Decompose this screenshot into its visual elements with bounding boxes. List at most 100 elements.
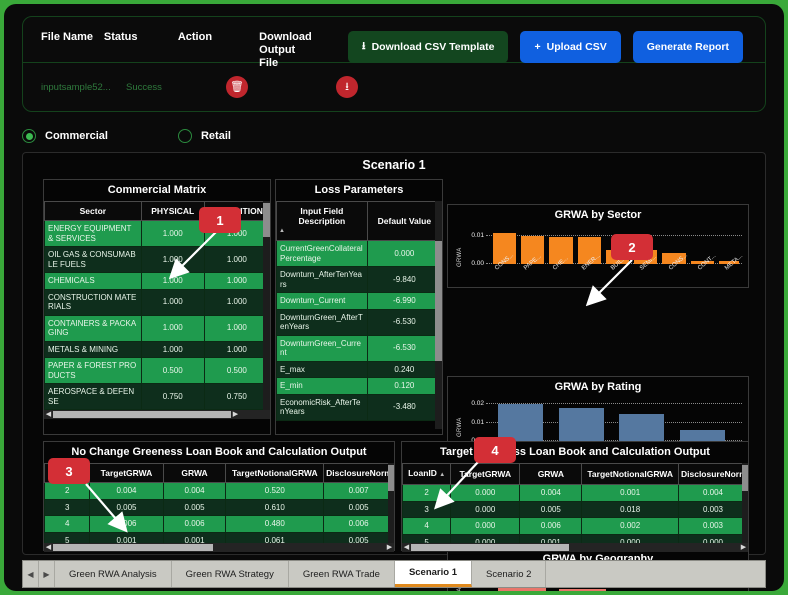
scroll-thumb[interactable]	[388, 465, 394, 491]
table-row[interactable]: Downturn_AfterTenYears -9.840	[276, 266, 442, 293]
table-row[interactable]: METALS & MINING 1.000 1.000	[44, 340, 270, 358]
download-csv-template-label: Download CSV Template	[371, 41, 495, 53]
generate-report-button[interactable]: Generate Report	[632, 31, 743, 63]
bar-1[interactable]	[558, 408, 604, 441]
table-row[interactable]: E_min 0.120	[276, 377, 442, 395]
cell-default-value: -6.530	[366, 334, 442, 362]
table-row[interactable]: 3 0.000 0.005 0.018 0.003	[402, 500, 748, 518]
download-output-button[interactable]: ⭳	[336, 76, 358, 98]
scroll-thumb[interactable]	[53, 411, 231, 418]
tab-prev-button[interactable]: ◀	[23, 561, 39, 587]
table-row[interactable]: CONTAINERS & PACKAGING 1.000 1.000	[44, 314, 270, 342]
radio-commercial-indicator[interactable]	[22, 129, 36, 143]
cell-default-value: 0.240	[366, 360, 442, 378]
scroll-thumb[interactable]	[263, 203, 270, 237]
chevron-left-icon[interactable]: ◀	[44, 410, 53, 419]
table-row[interactable]: DownturnGreen_Current -6.530	[276, 334, 442, 362]
cell-grwa: 0.005	[162, 498, 227, 516]
radio-option-retail[interactable]: Retail	[177, 129, 231, 143]
column-header-download-output-file: Download Output File	[259, 31, 312, 69]
cell-loanid: 3	[402, 500, 452, 518]
table-row[interactable]: E_max 0.240	[276, 360, 442, 378]
chevron-right-icon[interactable]: ▶	[739, 543, 748, 552]
upload-csv-label: Upload CSV	[546, 41, 607, 53]
chevron-left-icon[interactable]: ◀	[44, 543, 53, 552]
table-row[interactable]: 2 0.000 0.004 0.001 0.004	[402, 484, 748, 502]
table-row[interactable]: PAPER & FOREST PRODUCTS 0.500 0.500	[44, 357, 270, 384]
tg-col-disclosurenorm[interactable]: DisclosureNorm	[677, 463, 748, 485]
tab-scenario-1[interactable]: Scenario 1	[394, 561, 472, 587]
bar-0[interactable]	[498, 403, 544, 441]
no-change-hscrollbar[interactable]: ◀ ▶	[44, 543, 394, 552]
table-row[interactable]: CurrentGreenCollateralPercentage 0.000	[276, 240, 442, 267]
cell-sector: METALS & MINING	[44, 340, 142, 358]
cm-col-sector[interactable]: Sector	[44, 201, 142, 221]
nc-col-disclosurenorm[interactable]: DisclosureNorm	[323, 463, 394, 483]
table-row[interactable]: DownturnGreen_AfterTenYears -6.530	[276, 308, 442, 336]
bar-2[interactable]	[619, 413, 665, 441]
loss-parameters-title: Loss Parameters	[314, 184, 404, 196]
loss-parameters-vscrollbar[interactable]	[435, 201, 442, 429]
chevron-right-icon[interactable]: ▶	[385, 543, 394, 552]
commercial-matrix-vscrollbar[interactable]	[263, 201, 270, 419]
tab-scenario-2[interactable]: Scenario 2	[472, 561, 547, 587]
no-change-vscrollbar[interactable]	[388, 463, 394, 552]
nc-col-grwa[interactable]: GRWA	[162, 463, 227, 483]
table-row[interactable]: 2 0.004 0.004 0.520 0.007	[44, 482, 394, 500]
table-row[interactable]: OIL GAS & CONSUMABLE FUELS 1.000 1.000	[44, 246, 270, 273]
nc-col-targetgrwa[interactable]: TargetGRWA	[89, 463, 164, 483]
cell-grwa: 0.006	[162, 515, 227, 533]
tab-next-button[interactable]: ▶	[39, 561, 55, 587]
loss-parameters-card: Loss Parameters Input Field Description …	[275, 179, 443, 435]
cell-grwa: 0.004	[519, 484, 583, 502]
cell-sector: CONSTRUCTION MATERIALS	[44, 288, 142, 316]
table-row[interactable]: 4 0.006 0.006 0.480 0.006	[44, 515, 394, 533]
tab-green-rwa-analysis[interactable]: Green RWA Analysis	[55, 561, 172, 587]
scroll-thumb[interactable]	[435, 241, 442, 361]
lp-col-input-field-description[interactable]: Input Field Description ▲	[276, 201, 368, 241]
cell-grwa: 0.004	[162, 482, 227, 500]
table-row[interactable]: Downturn_Current -6.990	[276, 292, 442, 310]
target-hscrollbar[interactable]: ◀ ▶	[402, 543, 748, 552]
table-row[interactable]: AEROSPACE & DEFENSE 0.750 0.750	[44, 383, 270, 410]
scroll-thumb[interactable]	[742, 465, 748, 491]
bar-3[interactable]	[679, 429, 725, 441]
sort-ascending-icon: ▲	[279, 228, 285, 234]
nc-col-targetnotionalgrwa[interactable]: TargetNotionalGRWA	[225, 463, 325, 483]
radio-option-commercial[interactable]: Commercial	[22, 129, 108, 143]
table-row[interactable]: 4 0.000 0.006 0.002 0.003	[402, 517, 748, 535]
grwa-by-rating-ytick-1: 0.01	[471, 419, 484, 426]
target-loan-book-scroll[interactable]: LoanID ▲ TargetGRWA GRWA TargetNotionalG…	[402, 463, 748, 552]
download-csv-template-button[interactable]: ⭳ Download CSV Template	[347, 31, 509, 63]
lp-col-label: Input Field Description	[298, 206, 346, 226]
lp-col-default-value[interactable]: Default Value	[366, 201, 442, 241]
no-change-loan-book-body: 2 0.004 0.004 0.520 0.007 3 0.005 0.005 0.610 0.…	[44, 482, 394, 549]
radio-retail-indicator[interactable]	[177, 129, 192, 143]
delete-file-button[interactable]: 🗑	[226, 76, 248, 98]
tg-col-targetgrwa[interactable]: TargetGRWA	[450, 463, 521, 485]
no-change-loan-book-scroll[interactable]: LoanID TargetGRWA GRWA TargetNotionalGRW…	[44, 463, 394, 552]
commercial-matrix-scroll[interactable]: Sector PHYSICAL TRANSITION ENERGY EQUIPM…	[44, 201, 270, 419]
target-vscrollbar[interactable]	[742, 463, 748, 552]
table-row[interactable]: 3 0.005 0.005 0.610 0.005	[44, 498, 394, 516]
commercial-matrix-title: Commercial Matrix	[107, 184, 207, 196]
chevron-right-icon[interactable]: ▶	[231, 410, 240, 419]
cell-physical: 1.000	[140, 340, 205, 358]
tg-col-grwa[interactable]: GRWA	[519, 463, 583, 485]
tab-green-rwa-strategy[interactable]: Green RWA Strategy	[171, 561, 289, 587]
table-row[interactable]: CONSTRUCTION MATERIALS 1.000 1.000	[44, 288, 270, 316]
scroll-thumb[interactable]	[53, 544, 213, 551]
tg-col-loanid[interactable]: LoanID ▲	[402, 463, 452, 485]
cm-col-physical[interactable]: PHYSICAL	[140, 201, 205, 221]
tab-green-rwa-trade[interactable]: Green RWA Trade	[288, 561, 395, 587]
table-row[interactable]: EconomicRisk_AfterTenYears -3.480	[276, 393, 442, 421]
loss-parameters-scroll[interactable]: Input Field Description ▲ Default Value …	[276, 201, 442, 429]
table-row[interactable]: CHEMICALS 1.000 1.000	[44, 272, 270, 290]
bar-1[interactable]	[558, 588, 607, 591]
scroll-thumb[interactable]	[411, 544, 569, 551]
cell-physical: 1.000	[140, 288, 205, 316]
tg-col-targetnotionalgrwa[interactable]: TargetNotionalGRWA	[581, 463, 679, 485]
chevron-left-icon[interactable]: ◀	[402, 543, 411, 552]
upload-csv-button[interactable]: + Upload CSV	[520, 31, 621, 63]
commercial-matrix-hscrollbar[interactable]: ◀ ▶	[44, 410, 270, 419]
